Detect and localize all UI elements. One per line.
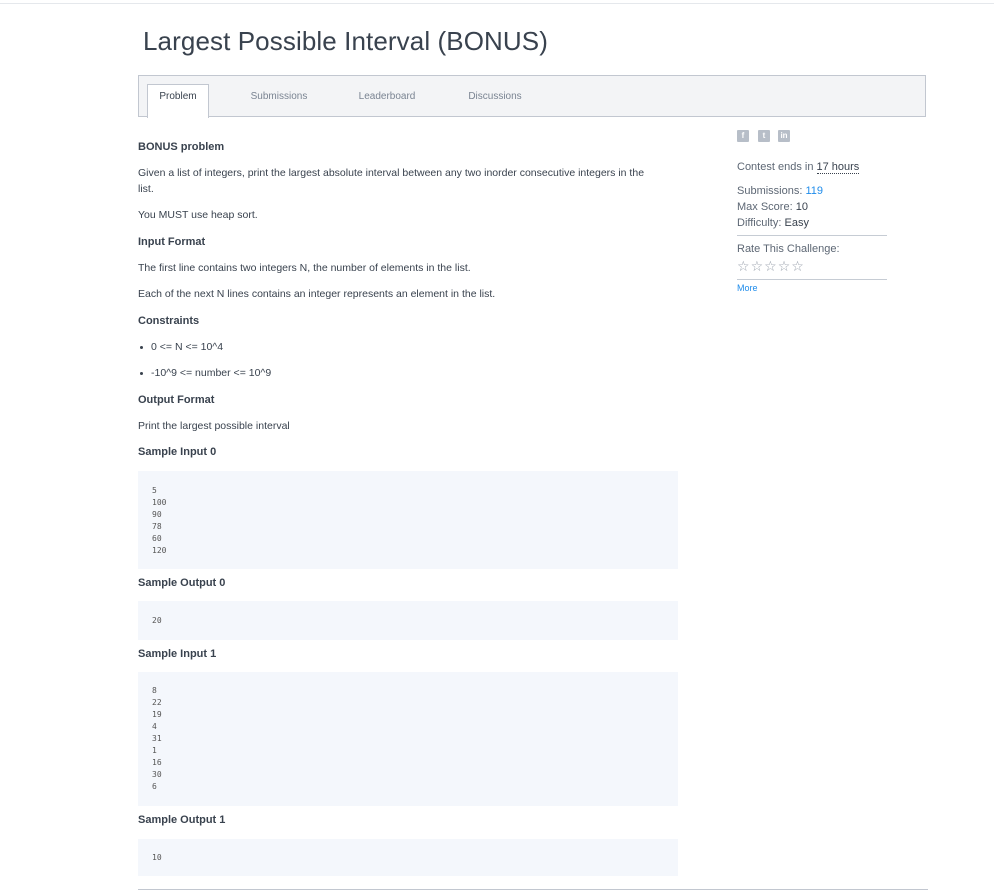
rating-stars[interactable]: ☆☆☆☆☆ [737, 258, 805, 275]
linkedin-icon[interactable]: in [778, 130, 790, 142]
star-icon[interactable]: ☆ [791, 258, 805, 274]
bullet-icon [140, 346, 143, 349]
input-format-text: Each of the next N lines contains an int… [138, 288, 496, 300]
max-score-label: Max Score: [737, 201, 793, 213]
contest-ends-value: 17 hours [816, 161, 860, 174]
sidebar-divider [737, 235, 887, 236]
description-line: list. [138, 183, 154, 195]
sample-input-1-code: 8 22 19 4 31 1 16 30 6 [138, 672, 678, 806]
code-line: 100 [152, 498, 167, 507]
tab-leaderboard[interactable]: Leaderboard [347, 84, 427, 118]
rate-label: Rate This Challenge: [737, 243, 840, 255]
code-line: 19 [152, 710, 162, 719]
star-icon[interactable]: ☆ [751, 258, 765, 274]
sidebar-divider [737, 279, 887, 280]
code-line: 16 [152, 758, 162, 767]
submissions-link[interactable]: 119 [805, 185, 823, 197]
input-format-text: The first line contains two integers N, … [138, 262, 471, 274]
bullet-icon [140, 372, 143, 375]
code-line: 78 [152, 522, 162, 531]
constraint-item: -10^9 <= number <= 10^9 [151, 367, 272, 379]
input-format-heading: Input Format [138, 236, 206, 248]
sample-input-1-heading: Sample Input 1 [138, 648, 217, 660]
output-format-text: Print the largest possible interval [138, 420, 290, 432]
code-line: 1 [152, 746, 157, 755]
contest-ends-label: Contest ends in [737, 161, 814, 173]
twitter-icon[interactable]: t [758, 130, 770, 142]
sample-output-0-code: 20 [138, 601, 678, 640]
star-icon[interactable]: ☆ [764, 258, 778, 274]
requirement-text: You MUST use heap sort. [138, 209, 258, 221]
contest-ends: Contest ends in 17 hours [737, 161, 860, 174]
max-score-stat: Max Score: 10 [737, 201, 808, 213]
star-icon[interactable]: ☆ [778, 258, 792, 274]
difficulty-value: Easy [784, 217, 809, 229]
code-line: 4 [152, 722, 157, 731]
code-line: 8 [152, 686, 157, 695]
problem-heading: BONUS problem [138, 141, 225, 153]
sample-output-1-heading: Sample Output 1 [138, 814, 226, 826]
code-line: 120 [152, 546, 167, 555]
facebook-icon[interactable]: f [737, 130, 749, 142]
code-line: 22 [152, 698, 162, 707]
submissions-label: Submissions: [737, 185, 803, 197]
sample-output-0-heading: Sample Output 0 [138, 577, 226, 589]
sample-input-0-heading: Sample Input 0 [138, 446, 217, 458]
output-format-heading: Output Format [138, 394, 215, 406]
bottom-divider [138, 889, 928, 890]
code-line: 6 [152, 782, 157, 791]
constraints-heading: Constraints [138, 315, 200, 327]
tab-discussions[interactable]: Discussions [455, 84, 535, 118]
code-line: 90 [152, 510, 162, 519]
code-line: 30 [152, 770, 162, 779]
code-line: 60 [152, 534, 162, 543]
code-line: 20 [152, 616, 162, 625]
top-divider [0, 3, 994, 4]
code-line: 10 [152, 853, 162, 862]
code-line: 31 [152, 734, 162, 743]
code-line: 5 [152, 486, 157, 495]
difficulty-stat: Difficulty: Easy [737, 217, 809, 229]
sample-input-0-code: 5 100 90 78 60 120 [138, 471, 678, 569]
description-line: Given a list of integers, print the larg… [138, 167, 645, 179]
constraint-item: 0 <= N <= 10^4 [151, 341, 224, 353]
tab-submissions[interactable]: Submissions [239, 84, 319, 118]
tab-bar: Problem Submissions Leaderboard Discussi… [138, 75, 926, 118]
difficulty-label: Difficulty: [737, 217, 782, 229]
max-score-value: 10 [795, 201, 808, 213]
submissions-stat: Submissions: 119 [737, 185, 823, 197]
sample-output-1-code: 10 [138, 839, 678, 876]
more-link[interactable]: More [737, 283, 758, 293]
page-title: Largest Possible Interval (BONUS) [143, 26, 549, 56]
tab-problem[interactable]: Problem [147, 84, 209, 118]
star-icon[interactable]: ☆ [737, 258, 751, 274]
